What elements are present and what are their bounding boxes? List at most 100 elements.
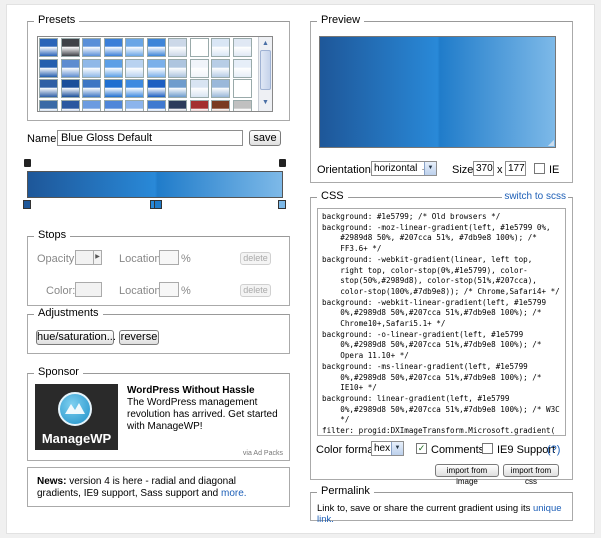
css-code-line: 0%,#2989d8 50%,#207cca 51%,#7db9e8 100%)… xyxy=(322,372,542,382)
preset-swatch[interactable] xyxy=(125,79,144,98)
preset-swatch[interactable] xyxy=(103,99,123,111)
preset-swatch[interactable] xyxy=(168,58,187,78)
css-code: background: #1e5799; /* Old browsers */b… xyxy=(322,212,560,436)
preset-swatch[interactable] xyxy=(189,99,209,111)
color-input[interactable] xyxy=(75,282,102,297)
ie9-help-link[interactable]: (?) xyxy=(547,444,560,456)
preset-swatch[interactable] xyxy=(211,99,230,111)
preset-swatch[interactable] xyxy=(146,79,166,98)
preset-swatch[interactable] xyxy=(189,38,209,57)
preset-swatch[interactable] xyxy=(189,58,209,78)
css-code-box[interactable]: background: #1e5799; /* Old browsers */b… xyxy=(317,208,566,436)
css-panel: CSS switch to scss background: #1e5799; … xyxy=(310,190,573,486)
css-code-line: IE10+ */ xyxy=(322,383,377,393)
preset-swatch[interactable] xyxy=(168,79,187,98)
switch-to-scss-link[interactable]: switch to scss xyxy=(502,191,568,202)
import-from-image-button[interactable]: import from image xyxy=(435,464,499,486)
resize-handle-icon[interactable]: ◢ xyxy=(548,138,554,147)
preset-swatch[interactable] xyxy=(82,99,101,111)
chevron-down-icon[interactable]: ▼ xyxy=(424,162,436,175)
preset-swatch[interactable] xyxy=(103,38,123,57)
opacity-location-input[interactable] xyxy=(159,250,179,265)
color-stop-0[interactable] xyxy=(23,200,31,209)
ad-via[interactable]: via Ad Packs xyxy=(243,450,283,457)
color-location-input[interactable] xyxy=(159,282,179,297)
opacity-label: Opacity: xyxy=(37,253,78,265)
opacity-stop-right[interactable] xyxy=(279,159,286,167)
color-stop-51[interactable] xyxy=(154,200,162,209)
preset-swatch[interactable] xyxy=(211,38,230,57)
preset-swatch[interactable] xyxy=(82,38,101,57)
css-code-line: background: -webkit-linear-gradient(left… xyxy=(322,297,547,307)
preset-swatch[interactable] xyxy=(125,99,144,111)
preset-swatch[interactable] xyxy=(39,99,58,111)
permalink-text: Link to, save or share the current gradi… xyxy=(317,503,572,525)
preset-swatch[interactable] xyxy=(211,79,230,98)
preset-swatch[interactable] xyxy=(82,58,101,78)
preset-swatch[interactable] xyxy=(103,58,123,78)
save-button[interactable]: save xyxy=(249,130,281,146)
hue-saturation-button[interactable]: hue/saturation... xyxy=(36,330,116,345)
news-more-link[interactable]: more. xyxy=(221,488,247,499)
presets-panel: Presets ▲ ▼ xyxy=(27,14,290,121)
preview-panel: Preview ◢ Orientation: horizontal → ▼ Si… xyxy=(310,14,573,183)
color-format-select[interactable]: hex ▼ xyxy=(371,441,404,456)
preset-swatch[interactable] xyxy=(146,58,166,78)
preset-scrollbar[interactable]: ▲ ▼ xyxy=(258,37,272,111)
opacity-stop-left[interactable] xyxy=(24,159,31,167)
preset-swatch[interactable] xyxy=(146,99,166,111)
color-stop-100[interactable] xyxy=(278,200,286,209)
width-input[interactable] xyxy=(473,161,494,176)
preset-swatch[interactable] xyxy=(168,99,187,111)
height-input[interactable] xyxy=(505,161,526,176)
preset-swatch[interactable] xyxy=(232,38,252,57)
css-code-line: 0%,#2989d8 50%,#207cca 51%,#7db9e8 100%)… xyxy=(322,308,542,318)
preset-swatch[interactable] xyxy=(39,79,58,98)
gradient-editor-page: Presets ▲ ▼ Name: save Stops Opacity: ▶ … xyxy=(6,4,595,534)
preset-swatch[interactable] xyxy=(125,38,144,57)
opacity-arrow-icon[interactable]: ▶ xyxy=(93,251,101,264)
preset-swatch[interactable] xyxy=(39,58,58,78)
delete-color-button[interactable]: delete xyxy=(240,284,271,297)
scroll-down-icon[interactable]: ▼ xyxy=(260,97,271,108)
scroll-thumb[interactable] xyxy=(260,50,271,90)
logo-text: ManageWP xyxy=(41,431,112,446)
ad-title[interactable]: WordPress Without Hassle xyxy=(127,385,255,396)
gradient-bar[interactable] xyxy=(27,171,283,198)
ie9-checkbox[interactable] xyxy=(482,443,493,454)
gradient-preview[interactable]: ◢ xyxy=(319,36,556,148)
preset-swatch[interactable] xyxy=(211,58,230,78)
preset-swatch[interactable] xyxy=(232,58,252,78)
css-code-line: filter: progid:DXImageTransform.Microsof… xyxy=(322,426,556,436)
ie-checkbox[interactable] xyxy=(534,163,545,174)
preset-swatch[interactable] xyxy=(146,38,166,57)
orientation-select[interactable]: horizontal → ▼ xyxy=(371,161,437,176)
preset-grid[interactable] xyxy=(37,36,273,112)
import-from-css-button[interactable]: import from css xyxy=(503,464,559,486)
css-code-line: 0%,#2989d8 50%,#207cca 51%,#7db9e8 100%)… xyxy=(322,340,542,350)
preset-swatch[interactable] xyxy=(60,38,80,57)
preset-swatch[interactable] xyxy=(168,38,187,57)
preset-swatch[interactable] xyxy=(103,79,123,98)
comments-checkbox[interactable]: ✓ xyxy=(416,443,427,454)
reverse-button[interactable]: reverse xyxy=(119,330,159,345)
preset-swatch[interactable] xyxy=(60,99,80,111)
preset-swatch[interactable] xyxy=(39,38,58,57)
ad-body[interactable]: The WordPress management revolution has … xyxy=(127,397,285,433)
opacity-input[interactable]: ▶ xyxy=(75,250,102,265)
preset-swatch[interactable] xyxy=(232,99,252,111)
sponsor-panel: Sponsor ManageWP WordPress Without Hassl… xyxy=(27,366,290,461)
preset-swatch[interactable] xyxy=(60,58,80,78)
format-chevron-down-icon[interactable]: ▼ xyxy=(391,442,403,455)
preset-swatch[interactable] xyxy=(232,79,252,98)
preset-swatch[interactable] xyxy=(189,79,209,98)
permalink-panel: Permalink Link to, save or share the cur… xyxy=(310,485,573,525)
delete-opacity-button[interactable]: delete xyxy=(240,252,271,265)
managewp-logo[interactable]: ManageWP xyxy=(35,384,118,450)
gradient-name-input[interactable] xyxy=(57,130,243,146)
scroll-up-icon[interactable]: ▲ xyxy=(260,38,271,49)
preset-swatch[interactable] xyxy=(60,79,80,98)
css-code-line: background: -o-linear-gradient(left, #1e… xyxy=(322,329,524,339)
preset-swatch[interactable] xyxy=(82,79,101,98)
preset-swatch[interactable] xyxy=(125,58,144,78)
